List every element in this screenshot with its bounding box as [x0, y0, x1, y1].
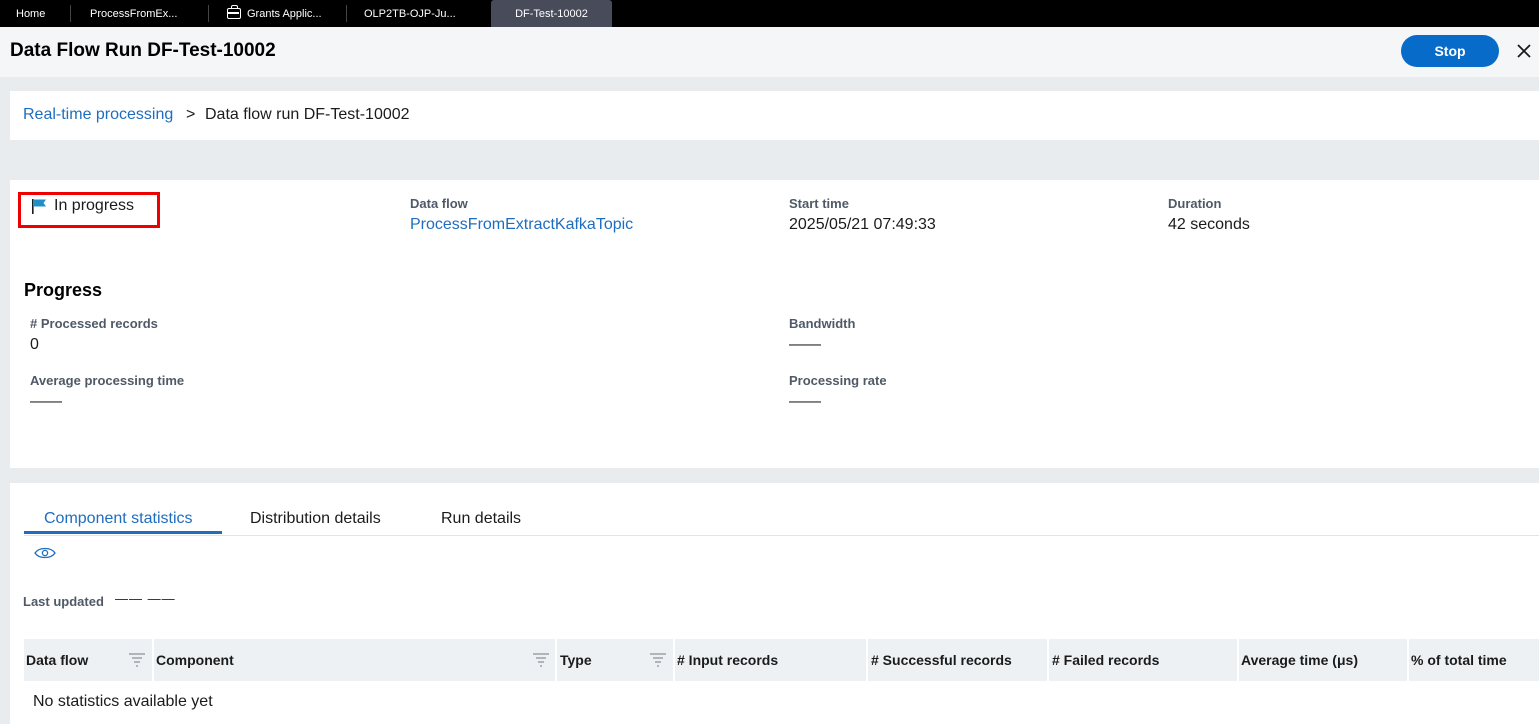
flag-icon — [32, 199, 46, 214]
tab-label: DF-Test-10002 — [515, 8, 588, 20]
workspace-tab-bar: Home ProcessFromEx... Grants Applic... O… — [0, 0, 1539, 27]
column-header-component[interactable]: Component — [156, 639, 234, 681]
column-divider — [555, 639, 557, 681]
tab-label: ProcessFromEx... — [90, 8, 178, 20]
column-header-input-records[interactable]: # Input records — [677, 639, 779, 681]
filter-icon[interactable] — [128, 652, 146, 668]
page-title: Data Flow Run DF-Test-10002 — [10, 40, 276, 61]
briefcase-icon — [227, 5, 241, 19]
processing-rate-value: —— — [789, 393, 821, 410]
column-header-successful-records[interactable]: # Successful records — [871, 639, 1012, 681]
tab-process-from-extract[interactable]: ProcessFromEx... — [90, 0, 177, 27]
duration-label: Duration — [1168, 196, 1222, 211]
run-summary-card: In progress Data flow ProcessFromExtract… — [10, 180, 1539, 468]
statistics-table-header: Data flow Component Type # Input records… — [24, 639, 1539, 681]
column-divider — [866, 639, 868, 681]
avg-processing-time-label: Average processing time — [30, 373, 185, 388]
statistics-card: Component statistics Distribution detail… — [10, 483, 1539, 724]
last-updated-value: —— —— — [115, 591, 176, 606]
column-header-average-time[interactable]: Average time (μs) — [1241, 639, 1358, 681]
breadcrumb-current: Data flow run DF-Test-10002 — [205, 106, 410, 123]
breadcrumb-link-realtime-processing[interactable]: Real-time processing — [23, 106, 173, 124]
tab-divider — [70, 5, 71, 22]
duration-value: 42 seconds — [1168, 216, 1250, 233]
start-time-value: 2025/05/21 07:49:33 — [789, 216, 936, 233]
filter-icon[interactable] — [532, 652, 550, 668]
column-divider — [1407, 639, 1409, 681]
processed-records-label: # Processed records — [30, 316, 158, 331]
column-divider — [1237, 639, 1239, 681]
tab-df-test-10002[interactable]: DF-Test-10002 — [491, 0, 612, 27]
tab-divider — [208, 5, 209, 22]
breadcrumb: Real-time processing > Data flow run DF-… — [10, 91, 1539, 140]
column-divider — [673, 639, 675, 681]
page-header: Data Flow Run DF-Test-10002 Stop — [0, 27, 1539, 77]
stop-button[interactable]: Stop — [1401, 35, 1499, 67]
tab-olp2tb[interactable]: OLP2TB-OJP-Ju... — [364, 0, 456, 27]
data-flow-link[interactable]: ProcessFromExtractKafkaTopic — [410, 216, 633, 234]
column-header-failed-records[interactable]: # Failed records — [1052, 639, 1160, 681]
column-divider — [1047, 639, 1049, 681]
tab-label: OLP2TB-OJP-Ju... — [364, 8, 456, 20]
start-time-label: Start time — [789, 196, 849, 211]
processing-rate-label: Processing rate — [789, 373, 887, 388]
empty-table-message: No statistics available yet — [33, 693, 213, 710]
tab-home[interactable]: Home — [16, 0, 45, 27]
tab-grants-application[interactable]: Grants Applic... — [227, 0, 322, 27]
active-tab-indicator — [24, 531, 222, 534]
last-updated-label: Last updated — [23, 594, 104, 609]
processed-records-value: 0 — [30, 336, 39, 353]
filter-icon[interactable] — [649, 652, 667, 668]
tab-divider — [346, 5, 347, 22]
tab-run-details[interactable]: Run details — [441, 510, 521, 535]
column-divider — [152, 639, 154, 681]
bandwidth-label: Bandwidth — [789, 316, 856, 331]
column-header-percent-total-time[interactable]: % of total time — [1411, 639, 1507, 681]
bandwidth-value: —— — [789, 336, 821, 353]
tab-distribution-details[interactable]: Distribution details — [250, 510, 381, 535]
status-text: In progress — [54, 197, 135, 214]
tab-label: Home — [16, 8, 46, 20]
tab-label: Grants Applic... — [247, 8, 322, 20]
avg-processing-time-value: —— — [30, 393, 62, 410]
eye-icon[interactable] — [34, 546, 56, 560]
column-header-data-flow[interactable]: Data flow — [26, 639, 89, 681]
breadcrumb-separator: > — [186, 106, 196, 123]
column-header-type[interactable]: Type — [560, 639, 592, 681]
progress-heading: Progress — [24, 280, 103, 300]
detail-tab-list: Component statistics Distribution detail… — [24, 507, 1539, 536]
close-icon[interactable] — [1514, 41, 1534, 61]
data-flow-label: Data flow — [410, 196, 468, 211]
